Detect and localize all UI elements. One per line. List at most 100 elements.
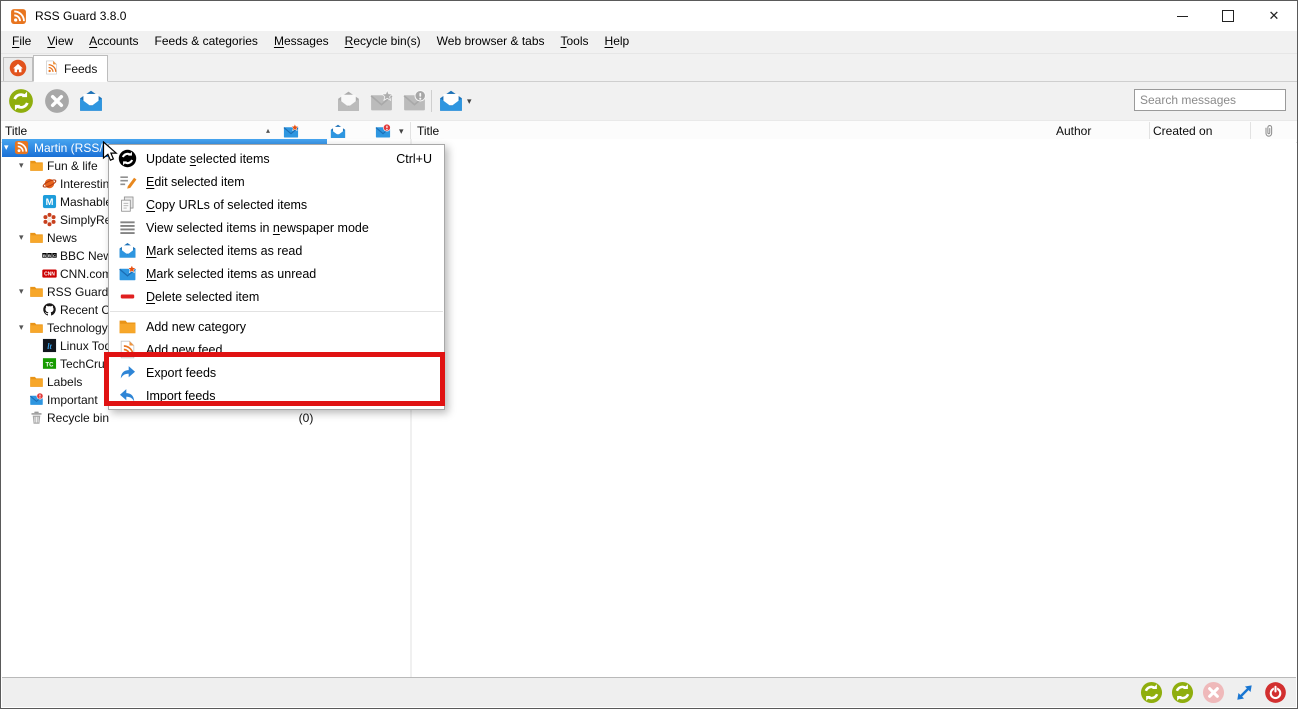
newspaper-icon bbox=[117, 218, 137, 238]
feed-title: Martin (RSS/R bbox=[34, 141, 111, 155]
feed-title: Interestin bbox=[60, 177, 109, 191]
minimize-button[interactable] bbox=[1159, 1, 1205, 31]
tab-feeds[interactable]: Feeds bbox=[33, 55, 108, 82]
feed-title: Recycle bin bbox=[47, 411, 109, 425]
minus-icon bbox=[117, 287, 137, 307]
folder-icon bbox=[29, 374, 44, 389]
home-icon bbox=[9, 59, 27, 80]
message-created-header[interactable]: Created on bbox=[1153, 124, 1212, 138]
chevron-down-icon[interactable]: ▾ bbox=[399, 126, 404, 137]
minimize-icon bbox=[1177, 16, 1188, 17]
context-menu-item[interactable]: Mark selected items as unread bbox=[109, 262, 444, 285]
cnn-icon bbox=[42, 266, 57, 281]
context-menu-item[interactable]: Add new category bbox=[109, 315, 444, 338]
feed-context-menu: Update selected items Ctrl+U Edit selected… bbox=[108, 144, 445, 410]
feed-title: RSS Guard bbox=[47, 285, 108, 299]
feed-list-title-header[interactable]: Title bbox=[5, 124, 27, 138]
search-input[interactable] bbox=[1134, 89, 1286, 111]
window-title: RSS Guard 3.8.0 bbox=[35, 9, 126, 23]
expander-icon[interactable]: ▾ bbox=[19, 286, 24, 297]
menu-item-label: View selected items in newspaper mode bbox=[146, 221, 369, 235]
refresh-icon bbox=[117, 149, 137, 169]
context-menu-item[interactable]: Edit selected item bbox=[109, 170, 444, 193]
tab-feeds-label: Feeds bbox=[64, 62, 97, 76]
close-button[interactable]: ✕ bbox=[1251, 1, 1297, 31]
menu-recycle-bins[interactable]: Recycle bin(s) bbox=[337, 31, 429, 53]
expander-icon[interactable]: ▾ bbox=[19, 232, 24, 243]
chevron-down-icon[interactable]: ▾ bbox=[467, 96, 472, 107]
menu-shortcut: Ctrl+U bbox=[396, 152, 436, 166]
rss-page-icon bbox=[117, 340, 137, 360]
update-all-feeds-button[interactable] bbox=[7, 87, 35, 115]
menu-item-label: Export feeds bbox=[146, 366, 216, 380]
fullscreen-button[interactable] bbox=[1233, 681, 1256, 704]
menu-item-label: Add new category bbox=[146, 320, 246, 334]
envelope-star-icon[interactable] bbox=[280, 122, 302, 140]
message-list-area bbox=[412, 139, 1296, 677]
techcrunch-icon bbox=[42, 356, 57, 371]
rss-page-icon bbox=[44, 60, 59, 78]
message-title-header[interactable]: Title bbox=[417, 124, 439, 138]
title-bar: RSS Guard 3.8.0 ✕ bbox=[1, 1, 1297, 31]
message-author-header[interactable]: Author bbox=[1056, 124, 1091, 138]
trash-icon bbox=[29, 410, 44, 425]
stop-update-button[interactable] bbox=[43, 87, 71, 115]
stop-update-button[interactable] bbox=[1202, 681, 1225, 704]
unread-count: (0) bbox=[288, 411, 324, 425]
menu-file[interactable]: File bbox=[4, 31, 39, 53]
folder-icon bbox=[29, 230, 44, 245]
app-rss-icon bbox=[10, 8, 27, 25]
mark-all-read-button[interactable] bbox=[437, 87, 465, 115]
feed-title: Fun & life bbox=[47, 159, 98, 173]
context-menu-item[interactable]: Add new feed bbox=[109, 338, 444, 361]
folder-icon bbox=[29, 158, 44, 173]
update-all-button[interactable] bbox=[1171, 681, 1194, 704]
export-arrow-icon bbox=[117, 363, 137, 383]
feed-title: News bbox=[47, 231, 77, 245]
envelope-open-icon[interactable] bbox=[327, 122, 349, 140]
mark-read-button[interactable] bbox=[77, 87, 105, 115]
mashable-icon bbox=[42, 194, 57, 209]
context-menu-item[interactable]: Delete selected item bbox=[109, 285, 444, 308]
flower-icon bbox=[42, 212, 57, 227]
feed-title: CNN.com bbox=[60, 267, 112, 281]
mark-message-starred-button[interactable] bbox=[367, 87, 395, 115]
paperclip-icon[interactable] bbox=[1257, 122, 1279, 140]
menu-item-label: Mark selected items as unread bbox=[146, 267, 316, 281]
menu-view[interactable]: View bbox=[39, 31, 81, 53]
envelope-exclamation-icon[interactable] bbox=[372, 122, 394, 140]
menu-item-label: Copy URLs of selected items bbox=[146, 198, 307, 212]
folder-icon bbox=[29, 284, 44, 299]
context-menu-item[interactable]: Export feeds bbox=[109, 361, 444, 384]
tab-home[interactable] bbox=[3, 57, 33, 81]
menu-feeds-categories[interactable]: Feeds & categories bbox=[147, 31, 266, 53]
update-feeds-button[interactable] bbox=[1140, 681, 1163, 704]
context-menu-item[interactable]: Import feeds bbox=[109, 384, 444, 407]
mark-message-read-button[interactable] bbox=[334, 87, 362, 115]
expander-icon[interactable]: ▾ bbox=[4, 142, 9, 153]
sort-ascending-icon[interactable]: ▴ bbox=[266, 126, 270, 135]
menu-item-label: Edit selected item bbox=[146, 175, 245, 189]
linux-today-icon bbox=[42, 338, 57, 353]
menu-tools[interactable]: Tools bbox=[553, 31, 597, 53]
import-arrow-icon bbox=[117, 386, 137, 406]
menu-help[interactable]: Help bbox=[597, 31, 638, 53]
menu-messages[interactable]: Messages bbox=[266, 31, 337, 53]
quit-button[interactable] bbox=[1264, 681, 1287, 704]
feed-title: Labels bbox=[47, 375, 82, 389]
feed-tree-row[interactable]: Recycle bin (0) bbox=[2, 409, 410, 427]
menu-web-browser-tabs[interactable]: Web browser & tabs bbox=[429, 31, 553, 53]
maximize-button[interactable] bbox=[1205, 1, 1251, 31]
tab-bar: Feeds bbox=[1, 54, 1297, 82]
expander-icon[interactable]: ▾ bbox=[19, 322, 24, 333]
context-menu-item[interactable]: Mark selected items as read bbox=[109, 239, 444, 262]
feed-title: Recent C bbox=[60, 303, 110, 317]
context-menu-item[interactable]: View selected items in newspaper mode bbox=[109, 216, 444, 239]
menu-item-label: Update selected items bbox=[146, 152, 270, 166]
expander-icon[interactable]: ▾ bbox=[19, 160, 24, 171]
menu-separator bbox=[110, 311, 443, 312]
context-menu-item[interactable]: Update selected items Ctrl+U bbox=[109, 147, 444, 170]
context-menu-item[interactable]: Copy URLs of selected items bbox=[109, 193, 444, 216]
mark-message-important-button[interactable] bbox=[400, 87, 428, 115]
menu-accounts[interactable]: Accounts bbox=[81, 31, 146, 53]
